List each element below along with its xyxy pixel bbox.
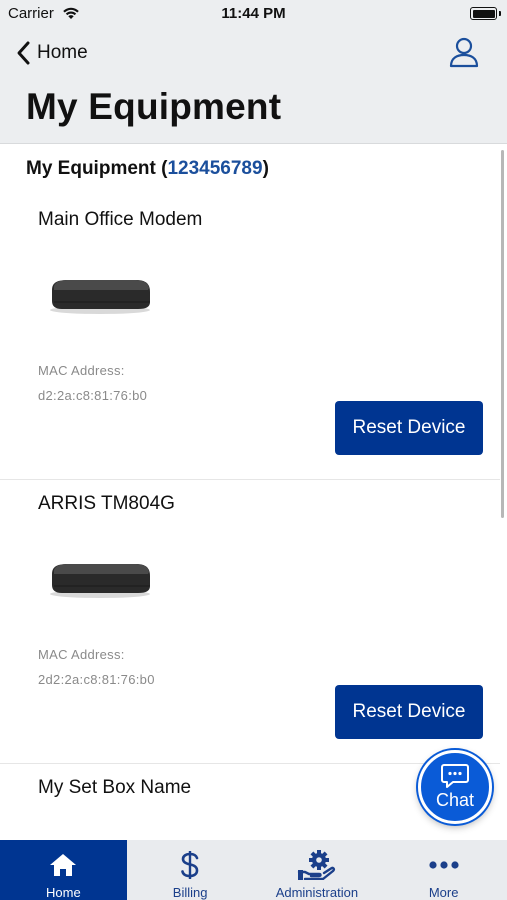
mac-address-value: d2:2a:c8:81:76:b0 [38,388,148,403]
tab-home[interactable]: Home [0,840,127,900]
tab-label: Billing [172,885,208,900]
reset-device-button[interactable]: Reset Device [335,685,483,739]
chat-label: Chat [435,790,475,810]
battery-icon [470,7,501,20]
close-paren: ) [262,158,269,179]
tab-label: Administration [275,885,359,900]
user-icon [449,37,479,68]
tab-label: Home [46,885,81,900]
tab-more[interactable]: More [380,840,507,900]
mac-address-label: MAC Address: [38,647,125,662]
dollar-icon [179,851,201,879]
mac-address-value: 2d2:2a:c8:81:76:b0 [38,672,155,687]
device-card: Main Office Modem MAC Address: d2:2a:c8:… [0,194,500,480]
tab-bar: Home Billing Administration More [0,840,507,900]
navigation-header: Home My Equipment [0,30,507,144]
modem-image [50,280,150,314]
back-button[interactable]: Home [14,38,88,68]
clock: 11:44 PM [221,5,286,22]
reset-device-button[interactable]: Reset Device [335,401,483,455]
device-card: ARRIS TM804G MAC Address: 2d2:2a:c8:81:7… [0,480,500,764]
home-icon [49,851,77,879]
section-heading-label: My Equipment [26,158,156,179]
device-name: Main Office Modem [38,209,203,230]
mac-address-label: MAC Address: [38,363,125,378]
device-name: ARRIS TM804G [38,493,175,514]
page-title: My Equipment [26,86,282,127]
profile-button[interactable] [448,36,480,68]
scrollbar[interactable] [501,150,504,518]
back-button-label: Home [37,42,88,63]
chevron-left-icon [17,41,30,65]
admin-gear-hand-icon [297,850,337,880]
chat-bubble-icon [441,764,469,788]
tab-label: More [428,885,459,900]
status-bar: Carrier 11:44 PM [0,0,507,30]
device-name: My Set Box Name [38,777,192,798]
equipment-list[interactable]: My Equipment (123456789) Main Office Mod… [0,144,507,840]
modem-image [50,564,150,598]
account-number-link[interactable]: 123456789 [167,158,262,179]
section-heading: My Equipment (123456789) [26,158,269,180]
tab-billing[interactable]: Billing [127,840,254,900]
tab-administration[interactable]: Administration [254,840,381,900]
chat-button[interactable]: Chat [418,750,492,824]
more-dots-icon [428,851,460,879]
